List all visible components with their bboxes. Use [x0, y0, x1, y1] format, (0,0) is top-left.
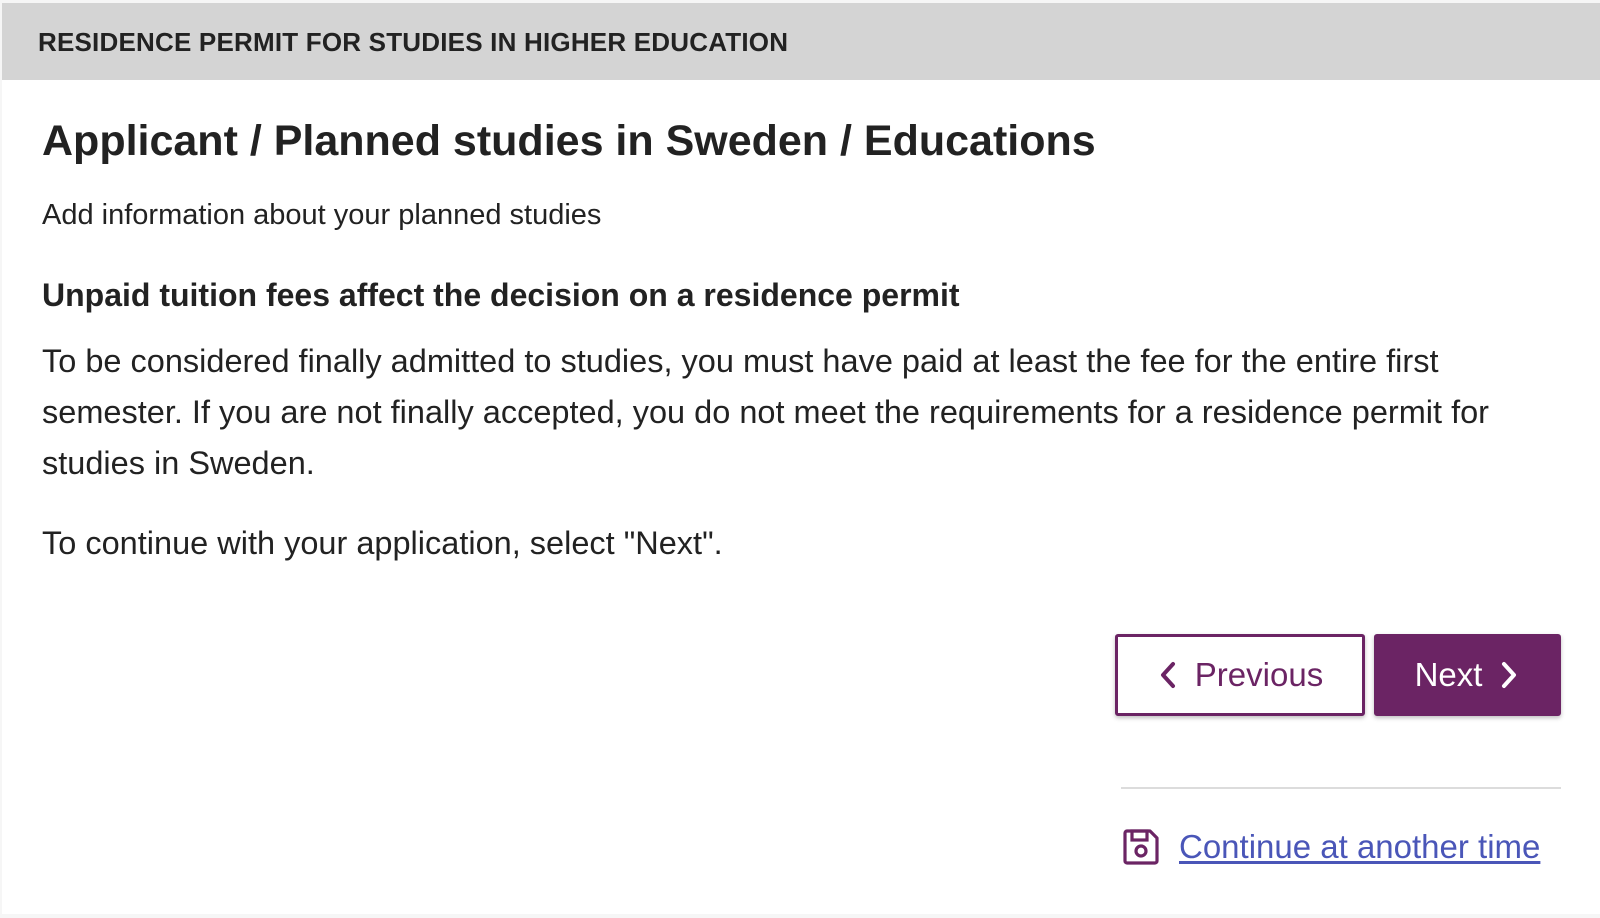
floppy-disk-icon — [1123, 829, 1159, 865]
footer-divider — [1121, 787, 1561, 789]
notice-heading: Unpaid tuition fees affect the decision … — [42, 277, 960, 313]
application-panel: RESIDENCE PERMIT FOR STUDIES IN HIGHER E… — [2, 3, 1600, 914]
continue-hint: To continue with your application, selec… — [42, 525, 723, 561]
section-header-bar: RESIDENCE PERMIT FOR STUDIES IN HIGHER E… — [2, 3, 1600, 80]
section-header-title: RESIDENCE PERMIT FOR STUDIES IN HIGHER E… — [38, 27, 789, 57]
next-button[interactable]: Next — [1374, 634, 1561, 716]
previous-button-label: Previous — [1194, 656, 1324, 693]
notice-body: To be considered finally admitted to stu… — [42, 343, 1489, 481]
next-button-label: Next — [1414, 656, 1483, 693]
continue-later-label: Continue at another time — [1179, 828, 1541, 865]
page-subtitle: Add information about your planned studi… — [42, 199, 602, 231]
page-title: Applicant / Planned studies in Sweden / … — [42, 117, 1096, 165]
chevron-left-icon — [1160, 662, 1175, 688]
continue-later-link[interactable]: Continue at another time — [1121, 827, 1540, 867]
chevron-right-icon — [1502, 662, 1517, 688]
previous-button[interactable]: Previous — [1115, 634, 1365, 716]
